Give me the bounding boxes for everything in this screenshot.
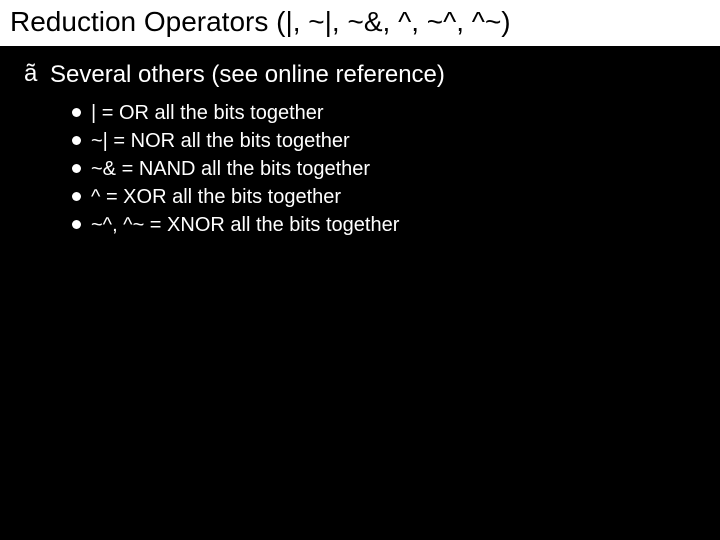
bullet-icon: [72, 192, 81, 201]
bullet-icon: [72, 108, 81, 117]
list-item: ~& = NAND all the bits together: [72, 156, 700, 182]
slide-title: Reduction Operators (|, ~|, ~&, ^, ~^, ^…: [0, 0, 720, 46]
top-list-item: ã Several others (see online reference): [24, 60, 700, 90]
list-item: ~^, ^~ = XNOR all the bits together: [72, 212, 700, 238]
bullet-icon: [72, 164, 81, 173]
sub-list: | = OR all the bits together ~| = NOR al…: [72, 100, 700, 238]
list-item-text: ~^, ^~ = XNOR all the bits together: [91, 212, 399, 238]
top-item-text: Several others (see online reference): [50, 60, 445, 90]
list-item: | = OR all the bits together: [72, 100, 700, 126]
bullet-icon: [72, 220, 81, 229]
slide: Reduction Operators (|, ~|, ~&, ^, ~^, ^…: [0, 0, 720, 540]
bullet-icon: [72, 136, 81, 145]
slide-body: ã Several others (see online reference) …: [0, 46, 720, 238]
list-item-text: ~| = NOR all the bits together: [91, 128, 350, 154]
list-item-text: ~& = NAND all the bits together: [91, 156, 370, 182]
list-item: ~| = NOR all the bits together: [72, 128, 700, 154]
top-bullet-marker: ã: [24, 60, 50, 89]
list-item: ^ = XOR all the bits together: [72, 184, 700, 210]
list-item-text: | = OR all the bits together: [91, 100, 324, 126]
list-item-text: ^ = XOR all the bits together: [91, 184, 341, 210]
